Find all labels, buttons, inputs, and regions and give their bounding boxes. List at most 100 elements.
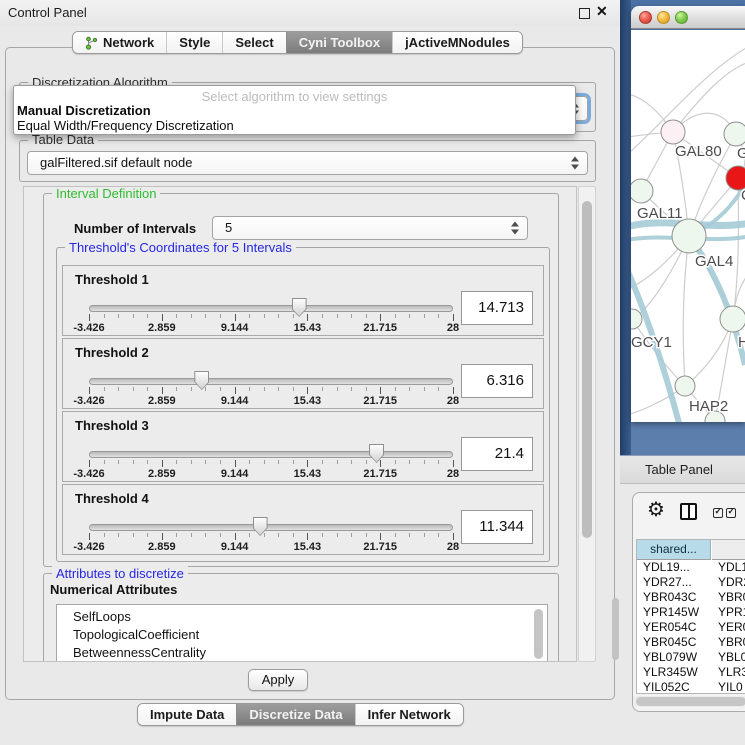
cell-shared-name[interactable]: YBR043C: [643, 590, 709, 605]
tick-mark: [205, 387, 206, 391]
table-row[interactable]: YDR27... YDR2: [637, 575, 745, 590]
cell-name[interactable]: YDR2: [718, 575, 745, 590]
cell-shared-name[interactable]: YLR345W: [643, 665, 709, 680]
cell-shared-name[interactable]: YER054C: [643, 620, 709, 635]
tick-mark: [147, 533, 148, 537]
cell-name[interactable]: YLR3: [718, 665, 745, 680]
cell-shared-name[interactable]: YBL079W: [643, 650, 709, 665]
tick-mark: [205, 533, 206, 537]
slider-ticks: [89, 387, 453, 395]
close-icon[interactable]: ✕: [596, 3, 608, 20]
network-icon: [85, 36, 98, 50]
algorithm-option-manual-discretization[interactable]: Manual Discretization: [17, 103, 151, 118]
algorithm-hint: Select algorithm to view settings: [14, 89, 575, 104]
minimize-traffic-light-icon[interactable]: [657, 11, 670, 24]
slider-ticks: [89, 460, 453, 468]
zoom-traffic-light-icon[interactable]: [675, 11, 688, 24]
attribute-item-topologicalcoefficient[interactable]: TopologicalCoefficient: [73, 626, 547, 644]
cell-shared-name[interactable]: YPR145W: [643, 605, 709, 620]
cell-name[interactable]: YBR0: [718, 590, 745, 605]
tick-mark: [191, 314, 192, 318]
network-node[interactable]: [724, 122, 745, 146]
gear-icon[interactable]: ⚙: [647, 499, 665, 521]
threshold-value-field[interactable]: 11.344: [461, 510, 533, 544]
close-traffic-light-icon[interactable]: [639, 11, 652, 24]
table-row[interactable]: YDL19... YDL1: [637, 560, 745, 575]
threshold-value-field[interactable]: 21.4: [461, 437, 533, 471]
table-row[interactable]: YER054C YER0: [637, 620, 745, 635]
column-header-name[interactable]: n: [712, 540, 745, 560]
tab-impute-data[interactable]: Impute Data: [138, 704, 236, 725]
tab-discretize-data[interactable]: Discretize Data: [236, 704, 354, 725]
network-window-titlebar[interactable]: [631, 6, 745, 29]
table-row[interactable]: YIL052C YIL0: [637, 680, 745, 694]
network-node[interactable]: [672, 219, 706, 253]
number-of-intervals-select[interactable]: 5: [212, 216, 528, 240]
node-table: shared... n YDL19...YDL1YDR27...YDR2YBR0…: [636, 539, 745, 694]
columns-icon[interactable]: [680, 503, 697, 520]
network-node[interactable]: [720, 306, 745, 332]
attribute-item-betweennesscentrality[interactable]: BetweennessCentrality: [73, 644, 547, 662]
tab-jactivemnodules[interactable]: jActiveMNodules: [392, 32, 522, 53]
table-data-select[interactable]: galFiltered.sif default node: [27, 151, 588, 175]
cell-name[interactable]: YIL0: [718, 680, 745, 694]
cell-name[interactable]: YPR1: [718, 605, 745, 620]
cell-name[interactable]: YBR0: [718, 635, 745, 650]
tick-mark: [366, 387, 367, 391]
tab-style[interactable]: Style: [166, 32, 222, 53]
list-scrollbar-thumb[interactable]: [534, 609, 543, 659]
threshold-panel: Threshold 3-3.4262.8599.14415.4321.71528…: [62, 411, 544, 482]
network-node[interactable]: [675, 376, 695, 396]
network-edge[interactable]: [683, 236, 689, 386]
table-row[interactable]: YBR043C YBR0: [637, 590, 745, 605]
slider-track[interactable]: [89, 378, 453, 385]
attribute-item-selfloops[interactable]: SelfLoops: [73, 608, 547, 626]
cell-name[interactable]: YDL1: [718, 560, 745, 575]
main-scrollbar[interactable]: [578, 186, 596, 662]
network-node[interactable]: [661, 120, 685, 144]
thresholds-group: Threshold's Coordinates for 5 Intervals …: [56, 247, 550, 562]
column-header-shared-name[interactable]: shared...: [637, 540, 711, 560]
tick-mark: [438, 314, 439, 318]
checkbox-icon[interactable]: [726, 508, 736, 518]
checkbox-icon[interactable]: [713, 508, 723, 518]
cell-shared-name[interactable]: YBR045C: [643, 635, 709, 650]
threshold-label: Threshold 1: [75, 272, 149, 287]
table-vertical-scrollbar-thumb[interactable]: [612, 598, 619, 660]
apply-button[interactable]: Apply: [248, 669, 308, 691]
cell-shared-name[interactable]: YDL19...: [643, 560, 709, 575]
threshold-value-field[interactable]: 14.713: [461, 291, 533, 325]
tick-label: 21.715: [363, 395, 397, 407]
algorithm-option-equal-width-frequency-discretization[interactable]: Equal Width/Frequency Discretization: [17, 118, 234, 133]
slider-track[interactable]: [89, 524, 453, 531]
network-node[interactable]: [631, 179, 653, 203]
slider-ticks: [89, 314, 453, 322]
tick-mark: [89, 533, 90, 540]
network-canvas[interactable]: GAL80GACGAL11GAL4GCY1HHAP2: [631, 30, 745, 422]
tick-mark: [366, 314, 367, 318]
tick-mark: [438, 533, 439, 537]
table-row[interactable]: YBL079W YBL0: [637, 650, 745, 665]
network-edge[interactable]: [673, 60, 745, 132]
network-node[interactable]: [631, 309, 642, 329]
tab-cyni-toolbox[interactable]: Cyni Toolbox: [286, 32, 392, 53]
tick-label: 28: [447, 395, 459, 407]
tick-mark: [453, 533, 454, 540]
slider-track[interactable]: [89, 451, 453, 458]
table-horizontal-scrollbar-thumb[interactable]: [636, 697, 745, 706]
cell-shared-name[interactable]: YDR27...: [643, 575, 709, 590]
table-row[interactable]: YBR045C YBR0: [637, 635, 745, 650]
threshold-value-field[interactable]: 6.316: [461, 364, 533, 398]
table-row[interactable]: YLR345W YLR3: [637, 665, 745, 680]
tab-select[interactable]: Select: [222, 32, 285, 53]
table-horizontal-scrollbar[interactable]: [633, 696, 745, 707]
tab-network[interactable]: Network: [73, 32, 166, 53]
float-window-icon[interactable]: [579, 8, 590, 19]
cell-shared-name[interactable]: YIL052C: [643, 680, 709, 694]
cell-name[interactable]: YER0: [718, 620, 745, 635]
slider-track[interactable]: [89, 305, 453, 312]
main-scrollbar-thumb[interactable]: [582, 201, 592, 538]
table-row[interactable]: YPR145W YPR1: [637, 605, 745, 620]
tab-infer-network[interactable]: Infer Network: [355, 704, 463, 725]
cell-name[interactable]: YBL0: [718, 650, 745, 665]
